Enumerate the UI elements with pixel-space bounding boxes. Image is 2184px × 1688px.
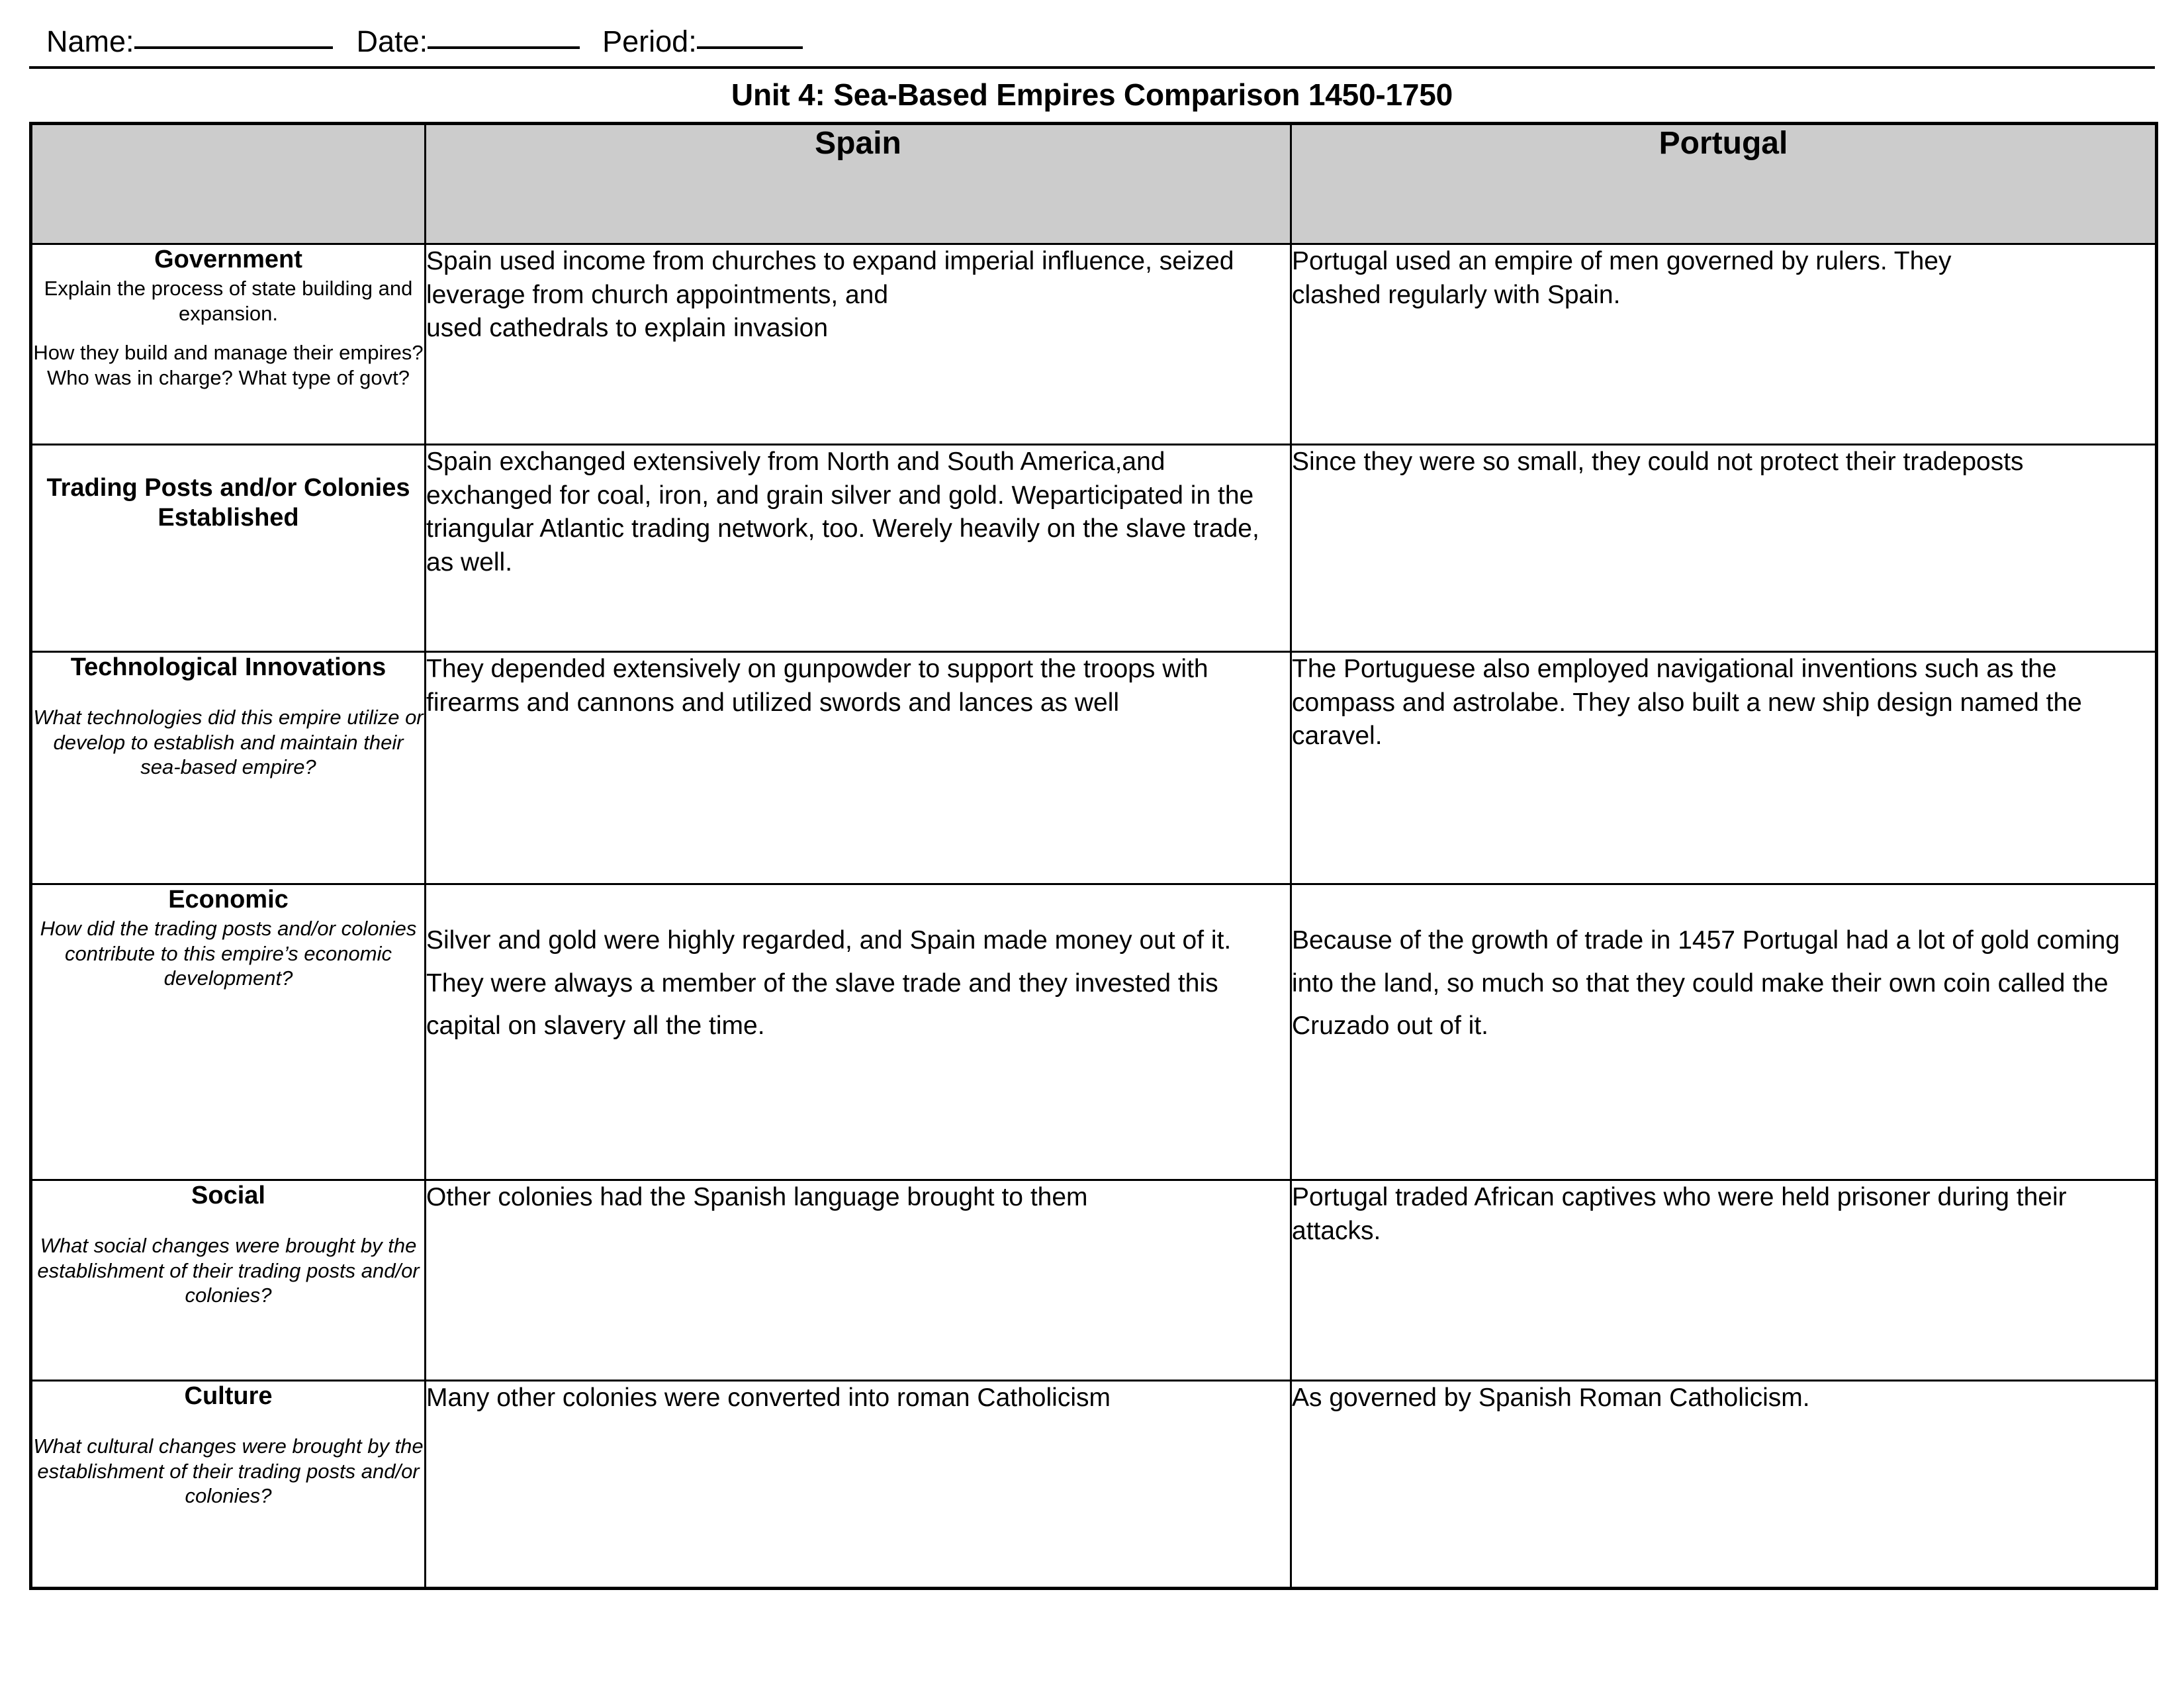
empires-comparison-table: Spain Portugal Government Explain the pr…: [29, 122, 2158, 1590]
answer-cell-portugal-social[interactable]: Portugal traded African captives who wer…: [1290, 1179, 2158, 1382]
answer-cell-spain-culture[interactable]: Many other colonies were converted into …: [424, 1380, 1292, 1589]
answer-cell-portugal-economic[interactable]: Because of the growth of trade in 1457 P…: [1290, 883, 2158, 1181]
period-label: Period:: [602, 24, 697, 58]
category-title: Trading Posts and/or Colonies Establishe…: [46, 474, 410, 532]
category-cell-technological-innovations: Technological Innovations What technolog…: [30, 651, 426, 885]
table-body: Government Explain the process of state …: [30, 243, 2158, 1589]
answer-cell-portugal-technological-innovations[interactable]: The Portuguese also employed navigationa…: [1290, 651, 2158, 885]
date-blank[interactable]: [428, 46, 580, 49]
table-header-row: Spain Portugal: [30, 122, 2158, 245]
answer-cell-spain-trading-posts[interactable]: Spain exchanged extensively from North a…: [424, 444, 1292, 653]
answer-cell-portugal-culture[interactable]: As governed by Spanish Roman Catholicism…: [1290, 1380, 2158, 1589]
table-row: Technological Innovations What technolog…: [30, 651, 2158, 885]
worksheet-page: Name: Date: Period: Unit 4: Sea-Based Empi…: [0, 0, 2184, 1688]
table-row: Trading Posts and/or Colonies Establishe…: [30, 444, 2158, 653]
table-row: Economic How did the trading posts and/o…: [30, 883, 2158, 1181]
category-title: Social: [191, 1182, 265, 1209]
period-blank[interactable]: [696, 46, 803, 49]
answer-cell-spain-government[interactable]: Spain used income from churches to expan…: [424, 243, 1292, 445]
name-blank[interactable]: [134, 46, 333, 49]
answer-cell-portugal-government[interactable]: Portugal used an empire of men governed …: [1290, 243, 2158, 445]
category-subtext-1: Explain the process of state building an…: [44, 276, 413, 325]
category-subtext-2: What social changes were brought by the …: [37, 1233, 420, 1307]
answer-cell-portugal-trading-posts[interactable]: Since they were so small, they could not…: [1290, 444, 2158, 653]
category-cell-social: Social What social changes were brought …: [30, 1179, 426, 1382]
category-cell-economic: Economic How did the trading posts and/o…: [30, 883, 426, 1181]
table-header: Spain Portugal: [30, 122, 2158, 245]
column-header-category: [30, 122, 426, 245]
date-label: Date:: [356, 24, 428, 58]
student-info-line: Name: Date: Period:: [29, 26, 2155, 64]
answer-cell-spain-economic[interactable]: Silver and gold were highly regarded, an…: [424, 883, 1292, 1181]
category-subtext-1: How did the trading posts and/or colonie…: [40, 916, 417, 990]
page-title: Unit 4: Sea-Based Empires Comparison 145…: [731, 77, 1453, 112]
category-cell-culture: Culture What cultural changes were broug…: [30, 1380, 426, 1589]
category-cell-trading-posts: Trading Posts and/or Colonies Establishe…: [30, 444, 426, 653]
category-subtext-2: What technologies did this empire utiliz…: [33, 705, 424, 779]
answer-cell-spain-technological-innovations[interactable]: They depended extensively on gunpowder t…: [424, 651, 1292, 885]
category-title: Economic: [168, 886, 289, 914]
table-row: Social What social changes were brought …: [30, 1179, 2158, 1382]
answer-cell-spain-social[interactable]: Other colonies had the Spanish language …: [424, 1179, 1292, 1382]
header-divider: [29, 66, 2155, 69]
category-title: Government: [154, 246, 302, 273]
category-title: Culture: [184, 1382, 273, 1410]
table-row: Government Explain the process of state …: [30, 243, 2158, 445]
column-header-spain: Spain: [424, 122, 1292, 245]
category-cell-government: Government Explain the process of state …: [30, 243, 426, 445]
category-title: Technological Innovations: [70, 653, 387, 681]
name-label: Name:: [46, 24, 134, 58]
category-subtext-2: How they build and manage their empires?…: [33, 341, 424, 390]
category-subtext-2: What cultural changes were brought by th…: [33, 1434, 424, 1508]
column-header-portugal: Portugal: [1290, 122, 2158, 245]
table-row: Culture What cultural changes were broug…: [30, 1380, 2158, 1589]
